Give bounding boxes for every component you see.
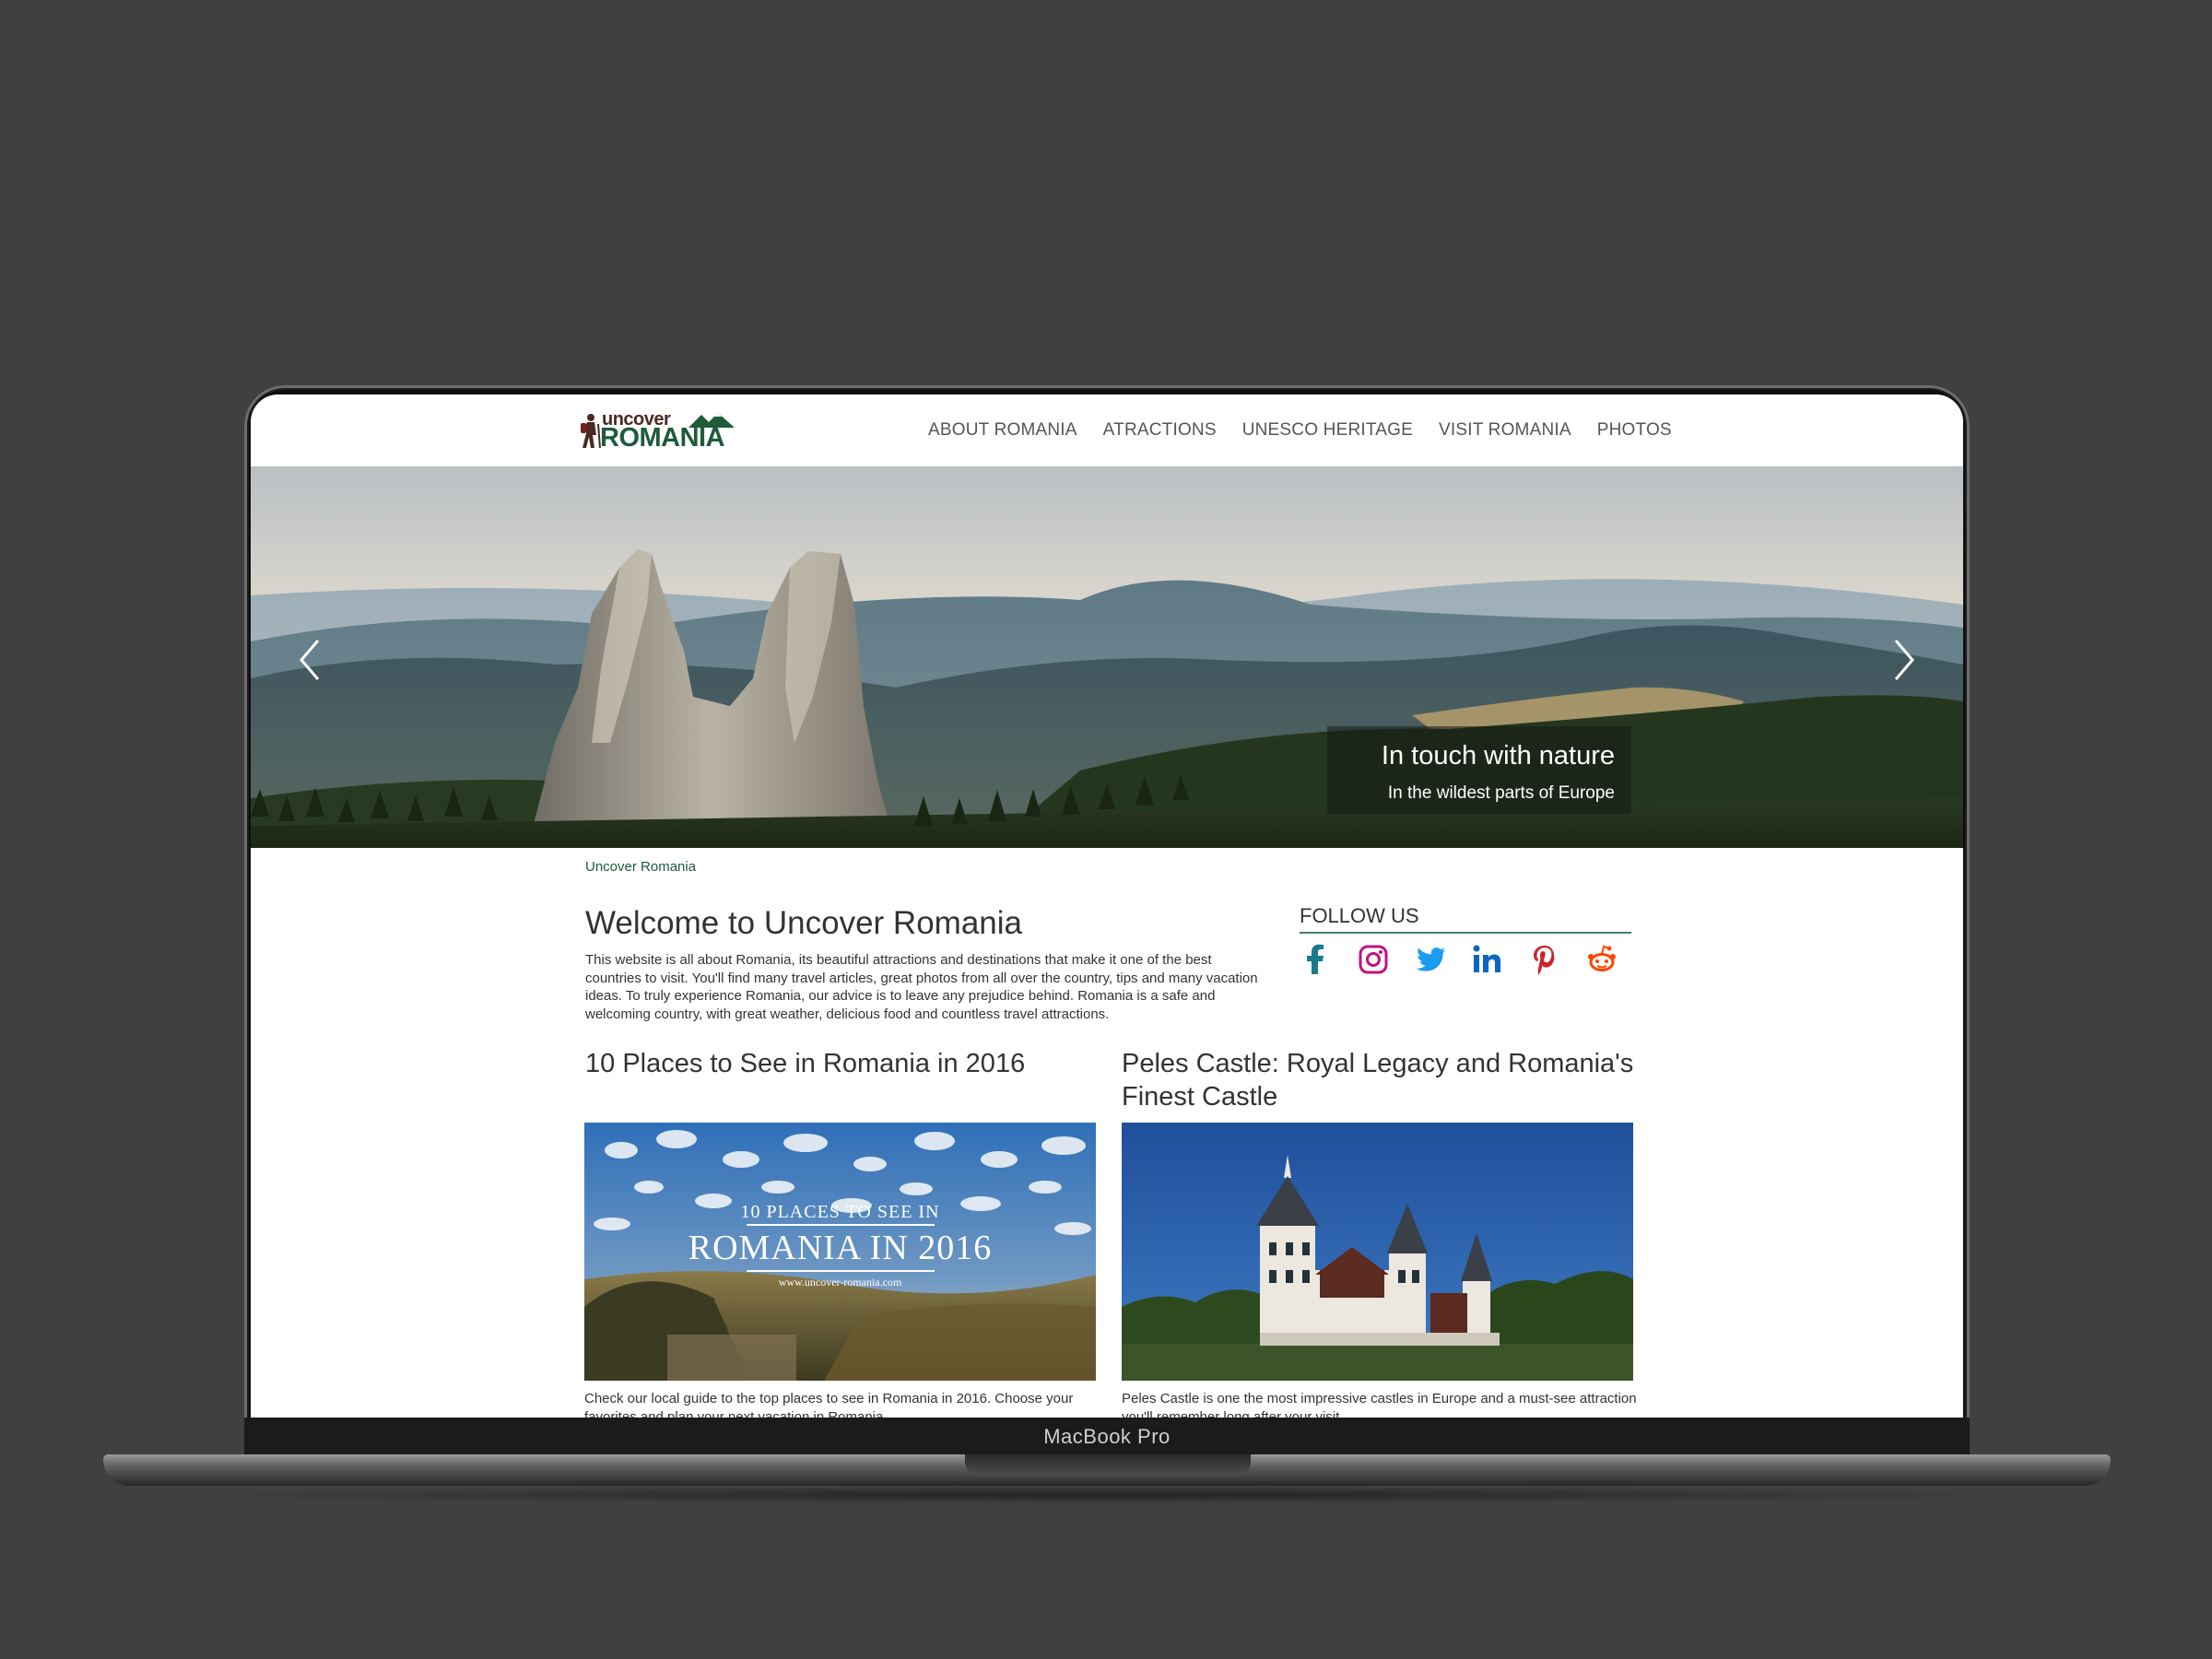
pinterest-icon[interactable] [1528, 943, 1561, 976]
peles-castle-image [1122, 1123, 1633, 1381]
intro-text: This website is all about Romania, its b… [585, 952, 1258, 1022]
overlay-divider-top [747, 1224, 935, 1226]
facebook-icon[interactable] [1300, 943, 1333, 976]
hero-caption-subtitle: In the wildest parts of Europe [1387, 783, 1615, 803]
nav-about-romania[interactable]: ABOUT ROMANIA [928, 420, 1077, 441]
device-label: MacBook Pro [1043, 1425, 1171, 1448]
hiker-icon [581, 414, 601, 449]
instagram-icon[interactable] [1357, 943, 1390, 976]
article-excerpt-peles-castle: Peles Castle is one the most impressive … [1122, 1391, 1637, 1418]
chevron-right-icon[interactable] [1885, 637, 1922, 683]
twitter-icon[interactable] [1414, 943, 1447, 976]
hero-landscape-image [251, 466, 1963, 848]
article-title-10-places[interactable]: 10 Places to See in Romania in 2016 [585, 1047, 1101, 1080]
laptop-hinge-notch [965, 1454, 1251, 1475]
image-overlay-url: www.uncover-romania.com [778, 1276, 902, 1288]
image-overlay-title: ROMANIA IN 2016 [688, 1229, 993, 1267]
laptop-shadow [166, 1486, 2046, 1504]
article-image-peles-castle[interactable] [1122, 1123, 1633, 1381]
follow-us-widget: FOLLOW US [1300, 904, 1631, 976]
nav-visit-romania[interactable]: VISIT ROMANIA [1439, 420, 1571, 441]
hero-caption-title: In touch with nature [1381, 741, 1615, 771]
image-overlay-heading: 10 PLACES TO SEE IN [740, 1202, 940, 1222]
browser-viewport: uncover ROMANIA ABOUT ROMANIA ATRACTIONS… [251, 394, 1963, 1418]
nav-unesco-heritage[interactable]: UNESCO HERITAGE [1242, 420, 1413, 441]
chevron-left-icon[interactable] [292, 637, 329, 683]
page-title: Welcome to Uncover Romania [585, 905, 1022, 941]
linkedin-icon[interactable] [1471, 943, 1504, 976]
social-icons [1300, 943, 1631, 976]
nav-attractions[interactable]: ATRACTIONS [1103, 420, 1217, 441]
article-image-10-places[interactable]: 10 PLACES TO SEE IN ROMANIA IN 2016 www.… [584, 1123, 1096, 1381]
breadcrumb[interactable]: Uncover Romania [585, 859, 696, 875]
reddit-icon[interactable] [1585, 943, 1618, 976]
article-excerpt-10-places: Check our local guide to the top places … [584, 1391, 1074, 1418]
overlay-divider-bottom [747, 1270, 935, 1272]
main-nav: ABOUT ROMANIA ATRACTIONS UNESCO HERITAGE… [928, 420, 1672, 441]
hero-slider[interactable]: In touch with nature In the wildest part… [251, 466, 1963, 848]
site-header: uncover ROMANIA ABOUT ROMANIA ATRACTIONS… [251, 394, 1963, 466]
nav-photos[interactable]: PHOTOS [1597, 420, 1672, 441]
hero-caption: In touch with nature In the wildest part… [1327, 726, 1631, 814]
article-title-peles-castle[interactable]: Peles Castle: Royal Legacy and Romania's… [1122, 1047, 1638, 1113]
logo-text-romania: ROMANIA [600, 423, 725, 453]
site-logo[interactable]: uncover ROMANIA [578, 409, 744, 453]
follow-us-title: FOLLOW US [1300, 904, 1631, 934]
